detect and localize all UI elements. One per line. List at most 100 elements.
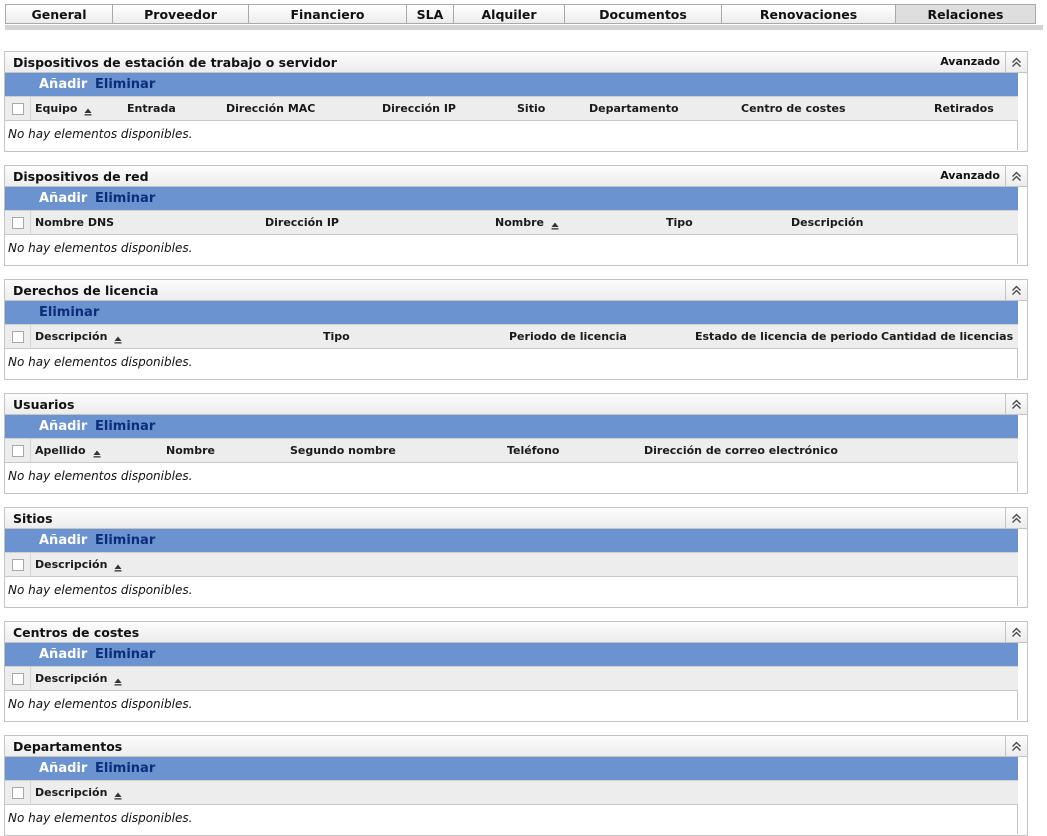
column-divider <box>30 439 31 462</box>
remove-button[interactable]: Eliminar <box>95 419 155 434</box>
column-header-direccion-mac[interactable]: Dirección MAC <box>226 102 315 115</box>
tab-financiero[interactable]: Financiero <box>249 4 407 24</box>
column-header-periodo-de-licencia[interactable]: Periodo de licencia <box>509 330 627 343</box>
add-button[interactable]: Añadir <box>39 191 87 206</box>
column-header-entrada[interactable]: Entrada <box>127 102 176 115</box>
add-button[interactable]: Añadir <box>39 533 87 548</box>
add-button[interactable]: Añadir <box>39 761 87 776</box>
tab-general[interactable]: General <box>5 4 113 24</box>
add-button[interactable]: Añadir <box>39 77 87 92</box>
advanced-link[interactable]: Avanzado <box>940 169 1000 182</box>
column-header-tipo[interactable]: Tipo <box>666 216 693 229</box>
column-header-descripcion[interactable]: Descripción <box>791 216 863 229</box>
remove-button[interactable]: Eliminar <box>95 761 155 776</box>
table-header: Descripción <box>5 552 1018 577</box>
column-header-descripcion[interactable]: Descripción <box>35 330 107 343</box>
column-header-nombre[interactable]: Nombre <box>166 444 215 457</box>
panel-toolbar: Añadir Eliminar <box>5 529 1018 552</box>
tab-documentos[interactable]: Documentos <box>565 4 722 24</box>
table-header: Descripción <box>5 666 1018 691</box>
column-header-centro-de-costes[interactable]: Centro de costes <box>741 102 846 115</box>
add-button[interactable]: Añadir <box>39 647 87 662</box>
column-divider <box>30 325 31 348</box>
collapse-button[interactable] <box>1005 52 1027 72</box>
column-header-descripcion[interactable]: Descripción <box>35 672 107 685</box>
panel-toolbar: Añadir Eliminar <box>5 187 1018 210</box>
column-header-sitio[interactable]: Sitio <box>517 102 545 115</box>
column-header-direccion-ip[interactable]: Dirección IP <box>382 102 456 115</box>
column-header-nombre[interactable]: Nombre <box>495 216 544 229</box>
remove-button[interactable]: Eliminar <box>95 191 155 206</box>
column-header-tipo[interactable]: Tipo <box>323 330 350 343</box>
tab-renovaciones[interactable]: Renovaciones <box>722 4 896 24</box>
panel-title: Centros de costes <box>13 625 140 640</box>
sort-ascending-icon[interactable] <box>114 564 122 572</box>
column-header-equipo[interactable]: Equipo <box>35 102 77 115</box>
collapse-button[interactable] <box>1005 508 1027 528</box>
column-header-estado-de-licencia-de-periodo[interactable]: Estado de licencia de periodo <box>695 330 878 343</box>
remove-button[interactable]: Eliminar <box>95 647 155 662</box>
sort-ascending-icon[interactable] <box>551 222 559 230</box>
select-all-checkbox[interactable] <box>12 787 24 799</box>
panel-title: Sitios <box>13 511 53 526</box>
collapse-button[interactable] <box>1005 622 1027 642</box>
column-header-departamento[interactable]: Departamento <box>589 102 679 115</box>
column-header-segundo-nombre[interactable]: Segundo nombre <box>290 444 396 457</box>
select-all-checkbox[interactable] <box>12 445 24 457</box>
panel-title: Dispositivos de estación de trabajo o se… <box>13 55 337 70</box>
panel-header: Usuarios <box>4 393 1028 415</box>
relation-table: Añadir Eliminar Descripción No hay elemento… <box>5 643 1018 720</box>
advanced-link[interactable]: Avanzado <box>940 55 1000 68</box>
select-all-checkbox[interactable] <box>12 217 24 229</box>
select-all-checkbox[interactable] <box>12 331 24 343</box>
tab-alquiler[interactable]: Alquiler <box>454 4 565 24</box>
panel-header: Dispositivos de red Avanzado <box>4 165 1028 187</box>
remove-button[interactable]: Eliminar <box>95 533 155 548</box>
column-header-descripcion[interactable]: Descripción <box>35 786 107 799</box>
table-header: Nombre DNS Dirección IP Nombre Tipo Descripc… <box>5 210 1018 235</box>
sort-ascending-icon[interactable] <box>114 792 122 800</box>
panel-header: Centros de costes <box>4 621 1028 643</box>
sort-ascending-icon[interactable] <box>114 678 122 686</box>
column-header-retirados[interactable]: Retirados <box>934 102 994 115</box>
sort-ascending-icon[interactable] <box>84 108 92 116</box>
panel-header: Sitios <box>4 507 1028 529</box>
column-header-cantidad-de-licencias[interactable]: Cantidad de licencias <box>881 330 1013 343</box>
column-header-direccion-ip[interactable]: Dirección IP <box>265 216 339 229</box>
column-header-telefono[interactable]: Teléfono <box>507 444 559 457</box>
tab-relaciones[interactable]: Relaciones <box>896 4 1036 24</box>
empty-message: No hay elementos disponibles. <box>8 469 193 483</box>
panel-toolbar: Añadir Eliminar <box>5 643 1018 666</box>
remove-button[interactable]: Eliminar <box>39 305 99 320</box>
panel-toolbar: Añadir Eliminar <box>5 415 1018 438</box>
select-all-checkbox[interactable] <box>12 103 24 115</box>
sort-ascending-icon[interactable] <box>93 450 101 458</box>
column-divider <box>30 781 31 804</box>
collapse-button[interactable] <box>1005 166 1027 186</box>
select-all-checkbox[interactable] <box>12 673 24 685</box>
panel-body: Añadir Eliminar Apellido Nombre Segundo nomb… <box>4 415 1028 494</box>
column-header-descripcion[interactable]: Descripción <box>35 558 107 571</box>
panel-body: Añadir Eliminar Nombre DNS Dirección IP Nomb… <box>4 187 1028 266</box>
panel-dispositivos-de-red: Dispositivos de red Avanzado Añadir Elimina… <box>4 165 1028 266</box>
panel-usuarios: Usuarios Añadir Eliminar Apellido Nombre Segu… <box>4 393 1028 494</box>
sort-ascending-icon[interactable] <box>114 336 122 344</box>
add-button[interactable]: Añadir <box>39 419 87 434</box>
empty-message: No hay elementos disponibles. <box>8 355 193 369</box>
collapse-button[interactable] <box>1005 736 1027 756</box>
panel-title: Dispositivos de red <box>13 169 149 184</box>
tab-sla[interactable]: SLA <box>407 4 454 24</box>
column-divider <box>30 553 31 576</box>
double-chevron-up-icon <box>1012 57 1021 67</box>
column-header-direccion-de-correo-electronico[interactable]: Dirección de correo electrónico <box>644 444 838 457</box>
panel-sitios: Sitios Añadir Eliminar Descripción No hay el… <box>4 507 1028 608</box>
select-all-checkbox[interactable] <box>12 559 24 571</box>
panel-body: Añadir Eliminar Descripción No hay elemento… <box>4 529 1028 608</box>
column-header-apellido[interactable]: Apellido <box>35 444 86 457</box>
collapse-button[interactable] <box>1005 280 1027 300</box>
collapse-button[interactable] <box>1005 394 1027 414</box>
column-header-nombre-dns[interactable]: Nombre DNS <box>35 216 114 229</box>
tab-proveedor[interactable]: Proveedor <box>113 4 249 24</box>
remove-button[interactable]: Eliminar <box>95 77 155 92</box>
panel-toolbar: Añadir Eliminar <box>5 73 1018 96</box>
